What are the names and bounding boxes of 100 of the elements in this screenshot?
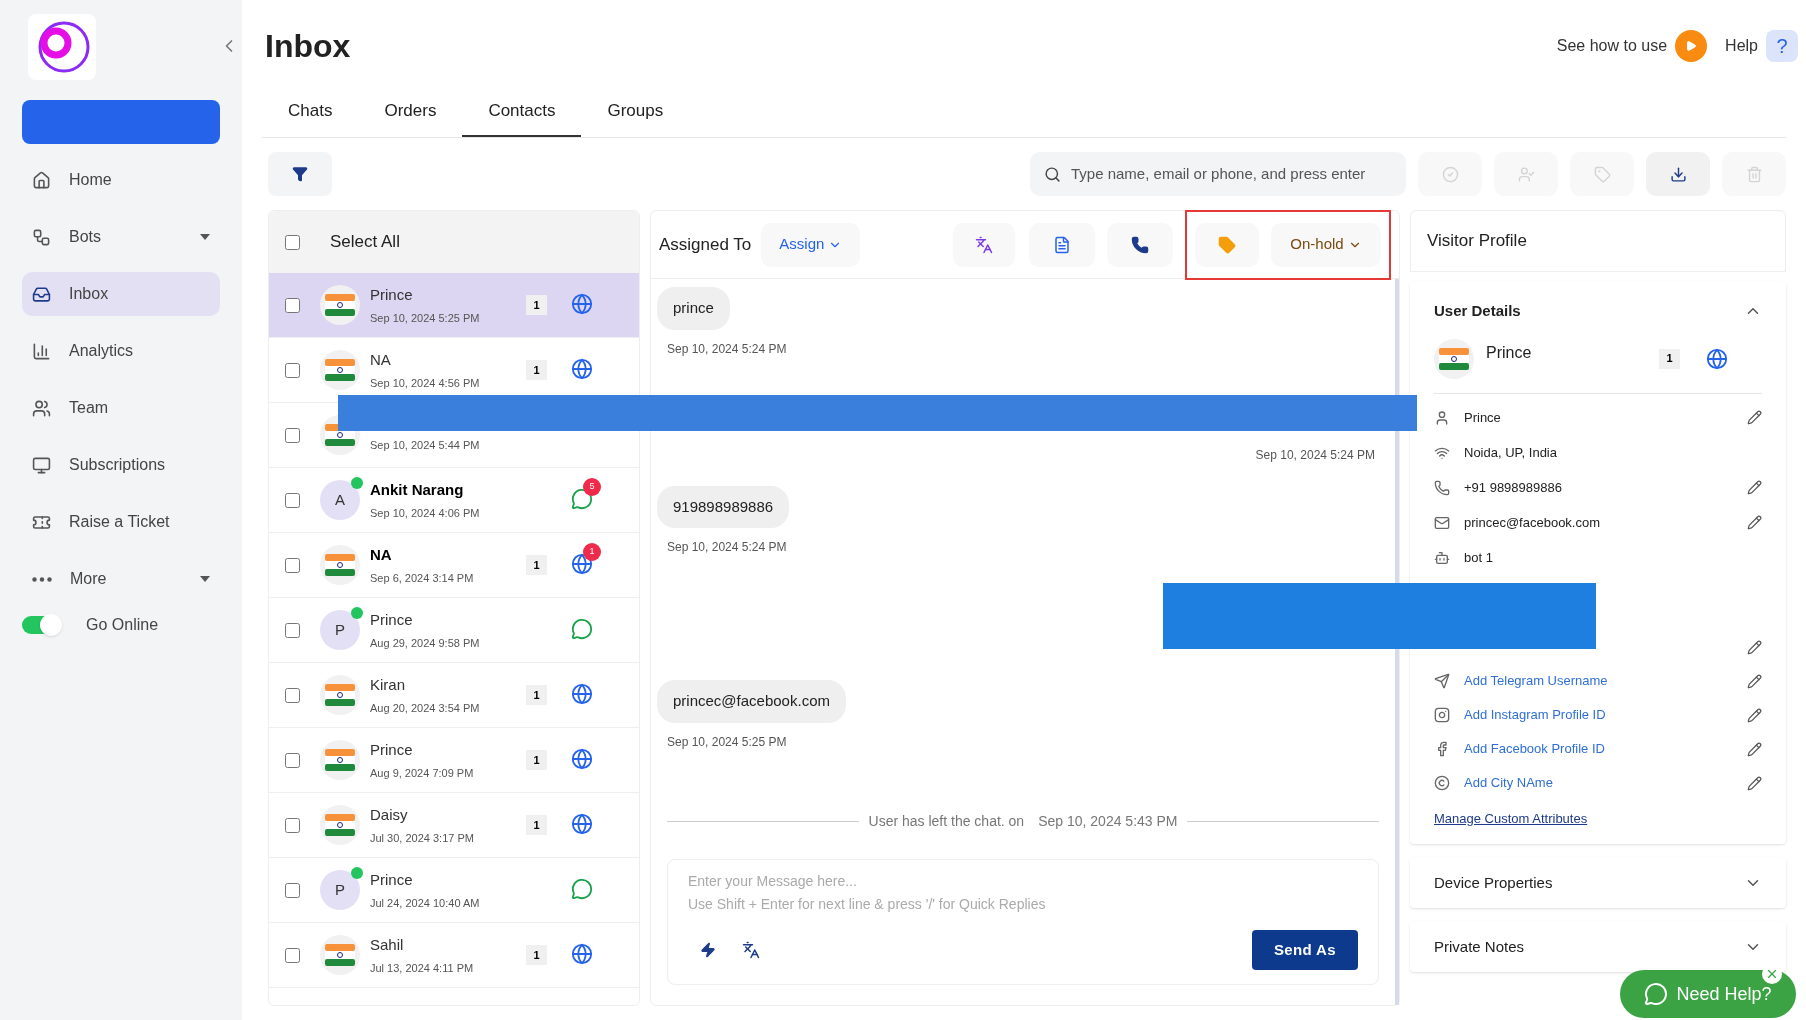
see-how-link[interactable]: See how to use <box>1556 34 1668 58</box>
message-time: Sep 10, 2024 5:24 PM <box>1255 446 1375 464</box>
manage-link[interactable]: Manage Custom Attributes <box>1434 808 1588 828</box>
nav-item[interactable]: Inbox <box>22 272 220 316</box>
add-link[interactable]: Add Instagram Profile ID <box>1464 705 1733 725</box>
contact-time: Sep 10, 2024 5:44 PM <box>370 438 481 454</box>
collapsible-section[interactable]: Device Properties <box>1410 858 1786 908</box>
nav-item[interactable]: Bots <box>22 215 220 259</box>
lightning-icon[interactable] <box>700 942 716 958</box>
edit-icon[interactable] <box>1747 515 1762 530</box>
row-checkbox[interactable] <box>285 753 300 768</box>
assign-dropdown[interactable]: Assign <box>761 222 861 267</box>
tab[interactable]: Chats <box>262 86 359 137</box>
message-composer[interactable]: Enter your Message here... Use Shift + Enter for next line & press '/' for Quick Replies Send As <box>667 859 1379 985</box>
contact-name: NA <box>370 544 393 565</box>
profile-name: Prince <box>1486 342 1533 363</box>
document-icon <box>1053 235 1071 254</box>
inbox-icon <box>32 284 51 304</box>
count-badge: 1 <box>526 750 547 770</box>
globe-icon <box>571 553 593 575</box>
row-checkbox[interactable] <box>285 883 300 898</box>
contact-time: Sep 10, 2024 4:56 PM <box>370 376 481 391</box>
flag-icon <box>325 684 355 706</box>
row-checkbox[interactable] <box>285 558 300 573</box>
row-checkbox[interactable] <box>285 493 300 508</box>
send-button[interactable]: Send As <box>1252 930 1358 970</box>
collapsible-section[interactable]: Private Notes <box>1410 922 1786 972</box>
add-link[interactable]: Add Facebook Profile ID <box>1464 739 1733 759</box>
nav-item[interactable]: Home <box>22 158 220 202</box>
message-time: Sep 10, 2024 5:24 PM <box>667 340 787 358</box>
edit-icon[interactable] <box>1747 639 1762 655</box>
status-dropdown[interactable]: On-hold <box>1271 222 1381 267</box>
select-all-checkbox[interactable] <box>285 234 300 250</box>
people-icon <box>32 398 51 418</box>
nav-item[interactable]: More <box>22 557 220 601</box>
home-icon <box>32 170 51 190</box>
detail-value: Noida, UP, India <box>1464 443 1558 462</box>
row-checkbox[interactable] <box>285 623 300 638</box>
row-checkbox[interactable] <box>285 818 300 833</box>
flag-icon <box>325 359 355 381</box>
search-field[interactable]: Type name, email or phone, and press enter <box>1030 152 1406 196</box>
row-checkbox[interactable] <box>285 688 300 703</box>
tab[interactable]: Groups <box>581 86 690 137</box>
filter-button[interactable] <box>268 152 332 196</box>
instagram-icon <box>1434 707 1450 723</box>
filter-icon <box>292 166 308 182</box>
tab[interactable]: Contacts <box>462 86 582 137</box>
toolbar-button[interactable] <box>1646 152 1710 196</box>
help-link[interactable]: Help <box>1725 34 1758 58</box>
unread-badge: 1 <box>583 543 601 561</box>
row-checkbox[interactable] <box>285 363 300 378</box>
play-button[interactable] <box>1675 30 1708 62</box>
flag-icon <box>325 554 355 576</box>
edit-icon[interactable] <box>1747 410 1762 425</box>
add-link[interactable]: Add Telegram Username <box>1464 671 1733 691</box>
row-checkbox[interactable] <box>285 948 300 963</box>
row-checkbox[interactable] <box>285 298 300 313</box>
message-input[interactable]: Enter your Message here... Use Shift + Enter for next line & press '/' for Quick Replies <box>688 870 1358 922</box>
contact-name: Prince <box>370 609 414 630</box>
flag-icon <box>325 294 355 316</box>
contact-time: Jul 30, 2024 3:17 PM <box>370 831 475 846</box>
bot-icon <box>1434 549 1450 566</box>
contact-row[interactable]: Prince Sep 10, 2024 5:25 PM 1 <box>269 273 639 338</box>
contact-time: Aug 9, 2024 7:09 PM <box>370 766 475 781</box>
count-badge: 1 <box>1659 348 1680 369</box>
chat-bubble-icon <box>571 878 593 900</box>
tab[interactable]: Orders <box>358 86 463 137</box>
add-link[interactable]: Add City NAme <box>1464 773 1733 793</box>
contact-time: Aug 20, 2024 3:54 PM <box>370 701 481 716</box>
close-icon <box>1765 967 1779 981</box>
edit-icon[interactable] <box>1747 480 1762 495</box>
edit-icon[interactable] <box>1747 673 1762 689</box>
dropdown-icon <box>200 234 210 240</box>
edit-icon[interactable] <box>1747 775 1762 791</box>
nav-item[interactable]: Team <box>22 386 220 430</box>
search-input[interactable]: Type name, email or phone, and press enter <box>1071 162 1392 186</box>
contact-name: Prince <box>370 869 414 890</box>
help-button[interactable]: ? <box>1766 30 1798 62</box>
edit-icon[interactable] <box>1747 707 1762 723</box>
edit-icon[interactable] <box>1747 741 1762 757</box>
chat-bubble-icon <box>1644 982 1669 1006</box>
phone-icon <box>1434 479 1450 496</box>
contact-name: Ankit Narang <box>370 479 465 500</box>
avatar: A <box>320 480 360 520</box>
translate-button[interactable] <box>953 222 1015 267</box>
nav-item[interactable]: Subscriptions <box>22 443 220 487</box>
nav-item[interactable]: Raise a Ticket <box>22 500 220 544</box>
detail-value: princec@facebook.com <box>1464 513 1602 532</box>
row-checkbox[interactable] <box>285 428 300 443</box>
contact-time: Sep 6, 2024 3:14 PM <box>370 571 475 586</box>
call-button[interactable] <box>1107 222 1173 267</box>
nav-item[interactable]: Analytics <box>22 329 220 373</box>
page-title: Inbox <box>265 27 351 66</box>
contact-name: Daisy <box>370 804 409 825</box>
dropdown-icon <box>200 576 210 582</box>
translate-icon[interactable] <box>742 941 760 959</box>
contact-name: Prince <box>370 284 414 305</box>
online-switch[interactable] <box>22 616 60 634</box>
contact-name: Sahil <box>370 934 405 955</box>
document-button[interactable] <box>1029 222 1095 267</box>
